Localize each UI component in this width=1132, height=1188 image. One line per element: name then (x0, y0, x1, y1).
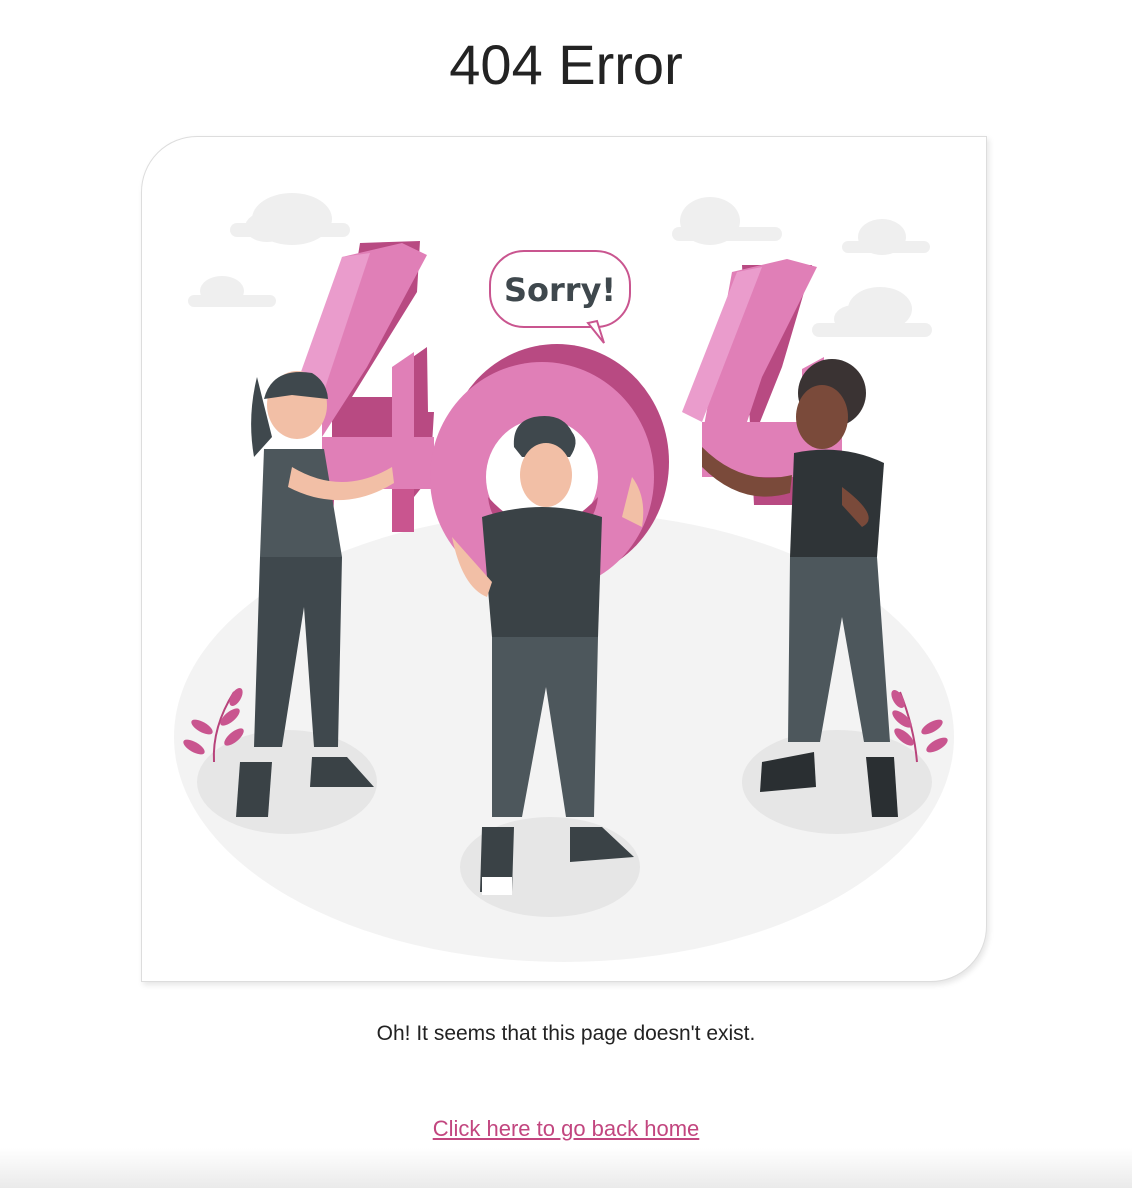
cloud-icon (842, 219, 930, 255)
cloud-icon (812, 287, 932, 337)
go-home-link[interactable]: Click here to go back home (433, 1116, 700, 1141)
error-404-illustration: Sorry! (174, 193, 954, 962)
error-page: 404 Error Sorry! Oh! It seems that this … (0, 0, 1132, 1188)
bottom-shadow (0, 1148, 1132, 1188)
home-link-container: Click here to go back home (0, 1116, 1132, 1142)
error-message: Oh! It seems that this page doesn't exis… (376, 1022, 756, 1045)
speech-bubble-text: Sorry! (504, 271, 616, 309)
cloud-icon (188, 276, 276, 307)
cloud-icon (672, 197, 782, 245)
speech-bubble: Sorry! (489, 250, 631, 344)
illustration-card: Sorry! (141, 136, 987, 982)
page-title: 404 Error (449, 33, 683, 96)
cloud-icon (230, 193, 350, 245)
